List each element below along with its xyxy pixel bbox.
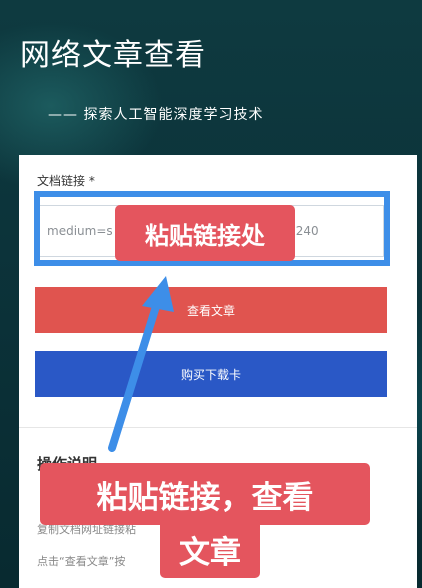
buy-download-card-button[interactable]: 购买下载卡: [35, 351, 387, 397]
page-title: 网络文章查看: [20, 38, 206, 73]
instructions-line: 点击“查看文章”按: [37, 555, 126, 568]
instruction-callout: 粘贴链接，查看: [40, 463, 370, 525]
url-field-label: 文档链接 *: [37, 174, 95, 188]
divider: [19, 427, 417, 428]
paste-here-callout: 粘贴链接处: [115, 205, 295, 261]
view-article-button[interactable]: 查看文章: [35, 287, 387, 333]
instruction-callout-continued: 文章: [160, 520, 260, 578]
page-subtitle: —— 探索人工智能深度学习技术: [48, 107, 264, 123]
